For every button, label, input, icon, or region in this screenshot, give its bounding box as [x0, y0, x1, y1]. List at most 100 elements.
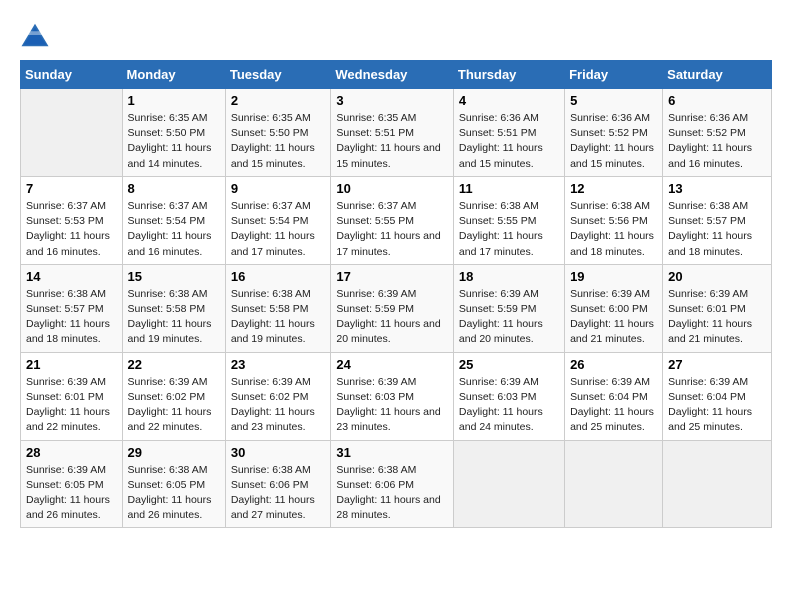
header-cell-monday: Monday	[122, 61, 225, 89]
day-info: Sunrise: 6:37 AM Sunset: 5:53 PM Dayligh…	[26, 199, 117, 260]
day-cell: 5 Sunrise: 6:36 AM Sunset: 5:52 PM Daylig…	[565, 89, 663, 177]
day-cell: 14 Sunrise: 6:38 AM Sunset: 5:57 PM Dayli…	[21, 264, 123, 352]
day-number: 22	[128, 357, 220, 372]
week-row-3: 21 Sunrise: 6:39 AM Sunset: 6:01 PM Dayli…	[21, 352, 772, 440]
day-cell: 21 Sunrise: 6:39 AM Sunset: 6:01 PM Dayli…	[21, 352, 123, 440]
day-cell: 22 Sunrise: 6:39 AM Sunset: 6:02 PM Dayli…	[122, 352, 225, 440]
day-info: Sunrise: 6:39 AM Sunset: 6:04 PM Dayligh…	[668, 375, 766, 436]
day-info: Sunrise: 6:38 AM Sunset: 5:58 PM Dayligh…	[128, 287, 220, 348]
week-row-4: 28 Sunrise: 6:39 AM Sunset: 6:05 PM Dayli…	[21, 440, 772, 528]
day-info: Sunrise: 6:39 AM Sunset: 6:02 PM Dayligh…	[231, 375, 326, 436]
day-cell: 25 Sunrise: 6:39 AM Sunset: 6:03 PM Dayli…	[453, 352, 564, 440]
day-info: Sunrise: 6:37 AM Sunset: 5:54 PM Dayligh…	[128, 199, 220, 260]
header-cell-sunday: Sunday	[21, 61, 123, 89]
day-cell: 4 Sunrise: 6:36 AM Sunset: 5:51 PM Daylig…	[453, 89, 564, 177]
header-cell-wednesday: Wednesday	[331, 61, 454, 89]
day-number: 1	[128, 93, 220, 108]
day-number: 5	[570, 93, 657, 108]
day-cell: 3Sunrise: 6:35 AM Sunset: 5:51 PM Daylig…	[331, 89, 454, 177]
day-info: Sunrise: 6:36 AM Sunset: 5:52 PM Dayligh…	[570, 111, 657, 172]
day-number: 3	[336, 93, 448, 108]
day-number: 29	[128, 445, 220, 460]
day-number: 21	[26, 357, 117, 372]
day-info: Sunrise: 6:38 AM Sunset: 5:55 PM Dayligh…	[459, 199, 559, 260]
day-number: 24	[336, 357, 448, 372]
day-cell	[21, 89, 123, 177]
day-info: Sunrise: 6:39 AM Sunset: 6:05 PM Dayligh…	[26, 463, 117, 524]
day-number: 31	[336, 445, 448, 460]
logo	[20, 20, 54, 50]
day-info: Sunrise: 6:38 AM Sunset: 5:58 PM Dayligh…	[231, 287, 326, 348]
day-number: 30	[231, 445, 326, 460]
day-cell: 28 Sunrise: 6:39 AM Sunset: 6:05 PM Dayli…	[21, 440, 123, 528]
day-number: 18	[459, 269, 559, 284]
day-info: Sunrise: 6:36 AM Sunset: 5:52 PM Dayligh…	[668, 111, 766, 172]
day-number: 13	[668, 181, 766, 196]
day-number: 14	[26, 269, 117, 284]
day-cell: 24 Sunrise: 6:39 AM Sunset: 6:03 PM Dayli…	[331, 352, 454, 440]
day-info: Sunrise: 6:35 AM Sunset: 5:50 PM Dayligh…	[128, 111, 220, 172]
day-number: 4	[459, 93, 559, 108]
day-number: 16	[231, 269, 326, 284]
header-cell-tuesday: Tuesday	[225, 61, 331, 89]
day-cell: 11Sunrise: 6:38 AM Sunset: 5:55 PM Dayli…	[453, 176, 564, 264]
day-info: Sunrise: 6:39 AM Sunset: 6:02 PM Dayligh…	[128, 375, 220, 436]
day-info: Sunrise: 6:39 AM Sunset: 6:04 PM Dayligh…	[570, 375, 657, 436]
day-number: 25	[459, 357, 559, 372]
day-cell	[453, 440, 564, 528]
day-cell: 26Sunrise: 6:39 AM Sunset: 6:04 PM Dayli…	[565, 352, 663, 440]
day-number: 2	[231, 93, 326, 108]
day-cell: 23 Sunrise: 6:39 AM Sunset: 6:02 PM Dayli…	[225, 352, 331, 440]
day-info: Sunrise: 6:37 AM Sunset: 5:54 PM Dayligh…	[231, 199, 326, 260]
day-info: Sunrise: 6:35 AM Sunset: 5:50 PM Dayligh…	[231, 111, 326, 172]
day-info: Sunrise: 6:38 AM Sunset: 5:57 PM Dayligh…	[26, 287, 117, 348]
calendar-body: 1 Sunrise: 6:35 AM Sunset: 5:50 PM Daylig…	[21, 89, 772, 528]
day-info: Sunrise: 6:38 AM Sunset: 6:06 PM Dayligh…	[231, 463, 326, 524]
day-cell: 6Sunrise: 6:36 AM Sunset: 5:52 PM Daylig…	[663, 89, 772, 177]
day-number: 23	[231, 357, 326, 372]
day-cell: 20 Sunrise: 6:39 AM Sunset: 6:01 PM Dayli…	[663, 264, 772, 352]
week-row-1: 7 Sunrise: 6:37 AM Sunset: 5:53 PM Daylig…	[21, 176, 772, 264]
day-number: 28	[26, 445, 117, 460]
day-number: 8	[128, 181, 220, 196]
day-cell: 19 Sunrise: 6:39 AM Sunset: 6:00 PM Dayli…	[565, 264, 663, 352]
day-number: 9	[231, 181, 326, 196]
header-cell-friday: Friday	[565, 61, 663, 89]
week-row-2: 14 Sunrise: 6:38 AM Sunset: 5:57 PM Dayli…	[21, 264, 772, 352]
day-cell: 1 Sunrise: 6:35 AM Sunset: 5:50 PM Daylig…	[122, 89, 225, 177]
day-info: Sunrise: 6:39 AM Sunset: 6:01 PM Dayligh…	[26, 375, 117, 436]
day-cell: 15 Sunrise: 6:38 AM Sunset: 5:58 PM Dayli…	[122, 264, 225, 352]
day-info: Sunrise: 6:38 AM Sunset: 6:05 PM Dayligh…	[128, 463, 220, 524]
day-cell: 2 Sunrise: 6:35 AM Sunset: 5:50 PM Daylig…	[225, 89, 331, 177]
header-cell-thursday: Thursday	[453, 61, 564, 89]
page-header	[20, 20, 772, 50]
day-number: 7	[26, 181, 117, 196]
day-number: 17	[336, 269, 448, 284]
day-info: Sunrise: 6:39 AM Sunset: 6:00 PM Dayligh…	[570, 287, 657, 348]
day-cell: 10 Sunrise: 6:37 AM Sunset: 5:55 PM Dayli…	[331, 176, 454, 264]
day-info: Sunrise: 6:39 AM Sunset: 5:59 PM Dayligh…	[336, 287, 448, 348]
day-cell: 9 Sunrise: 6:37 AM Sunset: 5:54 PM Daylig…	[225, 176, 331, 264]
logo-icon	[20, 20, 50, 50]
day-info: Sunrise: 6:38 AM Sunset: 5:57 PM Dayligh…	[668, 199, 766, 260]
day-number: 20	[668, 269, 766, 284]
day-cell: 8 Sunrise: 6:37 AM Sunset: 5:54 PM Daylig…	[122, 176, 225, 264]
day-number: 15	[128, 269, 220, 284]
day-cell: 16 Sunrise: 6:38 AM Sunset: 5:58 PM Dayli…	[225, 264, 331, 352]
day-cell: 27Sunrise: 6:39 AM Sunset: 6:04 PM Dayli…	[663, 352, 772, 440]
day-cell: 12Sunrise: 6:38 AM Sunset: 5:56 PM Dayli…	[565, 176, 663, 264]
day-cell: 13 Sunrise: 6:38 AM Sunset: 5:57 PM Dayli…	[663, 176, 772, 264]
day-info: Sunrise: 6:37 AM Sunset: 5:55 PM Dayligh…	[336, 199, 448, 260]
day-number: 10	[336, 181, 448, 196]
day-cell: 18Sunrise: 6:39 AM Sunset: 5:59 PM Dayli…	[453, 264, 564, 352]
week-row-0: 1 Sunrise: 6:35 AM Sunset: 5:50 PM Daylig…	[21, 89, 772, 177]
day-info: Sunrise: 6:39 AM Sunset: 6:01 PM Dayligh…	[668, 287, 766, 348]
day-number: 19	[570, 269, 657, 284]
day-number: 12	[570, 181, 657, 196]
day-cell	[565, 440, 663, 528]
day-info: Sunrise: 6:36 AM Sunset: 5:51 PM Dayligh…	[459, 111, 559, 172]
day-info: Sunrise: 6:39 AM Sunset: 6:03 PM Dayligh…	[459, 375, 559, 436]
day-info: Sunrise: 6:39 AM Sunset: 6:03 PM Dayligh…	[336, 375, 448, 436]
calendar-table: SundayMondayTuesdayWednesdayThursdayFrid…	[20, 60, 772, 528]
day-cell: 29 Sunrise: 6:38 AM Sunset: 6:05 PM Dayli…	[122, 440, 225, 528]
